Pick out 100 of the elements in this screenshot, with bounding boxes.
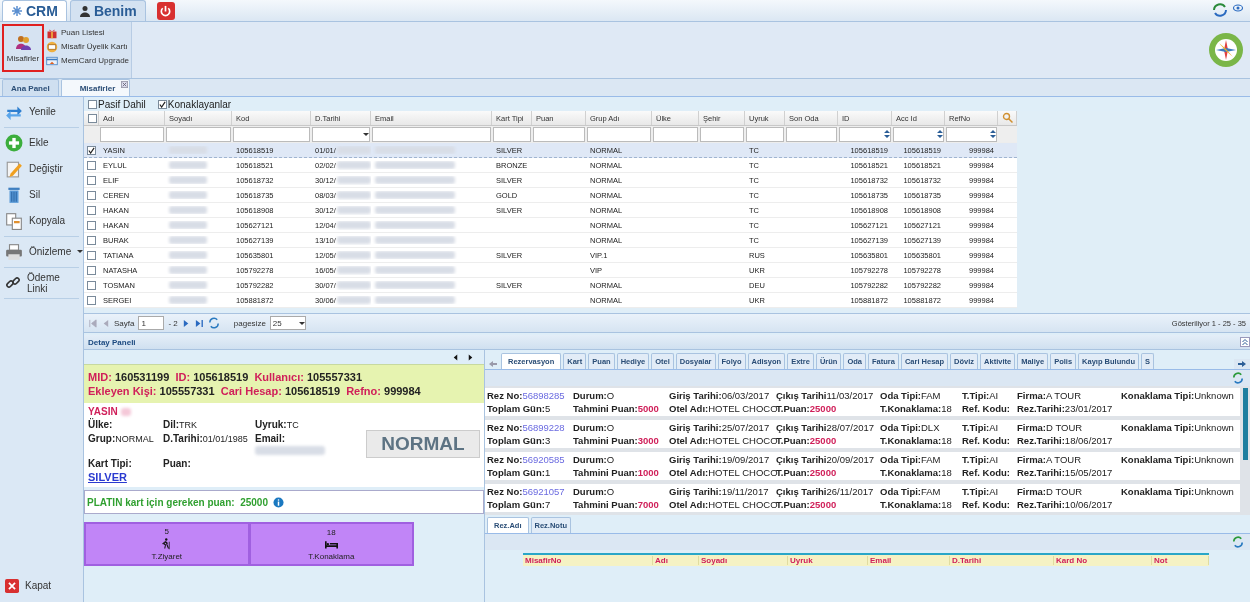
select-all-checkbox[interactable] [88, 113, 97, 123]
next-page-button[interactable] [181, 318, 191, 328]
filter-field[interactable] [946, 126, 997, 142]
reservation-field: Otel Adı:HOTEL CHOCO [669, 498, 776, 511]
ribbon-menu-item[interactable]: MemCard Upgrade [46, 54, 130, 67]
eye-icon [1232, 2, 1244, 14]
checkmark-icon [158, 100, 166, 108]
column-header[interactable]: MisafirNo [523, 556, 653, 565]
close-sidebar-item[interactable]: Kapat [0, 573, 83, 599]
reservation-field: T.Tipi:AI [962, 421, 1017, 434]
redacted-block [336, 281, 371, 289]
filter-field[interactable] [100, 126, 164, 142]
filter-field[interactable] [493, 126, 531, 142]
card-icon [46, 40, 58, 53]
reservation-field: Durum:O [573, 453, 669, 466]
sidebar-item[interactable]: Önizleme [0, 239, 83, 265]
row-checkbox[interactable] [87, 280, 96, 290]
filter-field[interactable] [312, 126, 370, 142]
reservation-field: Durum:O [573, 485, 669, 498]
reservation-field: Firma:D TOUR [1017, 485, 1121, 498]
reservation-field: Rez.Tarihi:18/06/2017 [1017, 434, 1121, 447]
redacted-block [336, 236, 371, 244]
row-checkbox[interactable] [87, 145, 96, 155]
ribbon-menu-item[interactable]: Puan Listesi [46, 26, 130, 39]
redacted-block [169, 281, 207, 289]
spinner-icon [884, 130, 890, 138]
printer-icon [5, 242, 23, 261]
card-type-link[interactable]: SILVER [88, 471, 163, 483]
sidebar-item[interactable]: Kopyala [0, 208, 83, 234]
id-field: MID: 160531199 [88, 371, 170, 383]
panel-title: Detay Paneli [88, 337, 136, 347]
column-header[interactable]: Kard No [1054, 556, 1152, 565]
app-tab[interactable]: Benim [69, 0, 146, 21]
sidebar-item[interactable]: Ekle [0, 130, 83, 156]
column-header[interactable]: Soyadı [699, 556, 788, 565]
refresh-button[interactable] [207, 317, 220, 329]
field-text: Dil:TRK [163, 419, 199, 430]
spinner-icon [990, 130, 996, 138]
filter-field[interactable] [533, 126, 585, 142]
row-checkbox[interactable] [87, 160, 96, 170]
row-checkbox[interactable] [87, 220, 96, 230]
first-page-icon [88, 318, 97, 328]
reservation-field: Toplam Gün:7 [487, 498, 573, 511]
filter-field[interactable] [587, 126, 651, 142]
filter-field[interactable] [839, 126, 891, 142]
previous-page-button[interactable] [101, 318, 110, 328]
filter-field[interactable] [786, 126, 837, 142]
column-header[interactable]: Email [868, 556, 950, 565]
filter-field[interactable] [700, 126, 744, 142]
power-button[interactable] [156, 2, 175, 20]
filter-field[interactable] [372, 126, 491, 142]
page-field[interactable]: 1 [138, 316, 165, 330]
row-checkbox[interactable] [87, 250, 96, 260]
app-tab[interactable]: CRM [2, 0, 67, 21]
redacted-block [255, 446, 325, 455]
row-checkbox[interactable] [87, 175, 96, 185]
filter-field[interactable] [893, 126, 944, 142]
filter-checkbox[interactable]: Konaklayanlar [157, 98, 232, 110]
document-tab[interactable]: Ana Panel [2, 79, 59, 96]
row-checkbox[interactable] [87, 190, 96, 200]
sidebar-item[interactable]: Sil [0, 182, 83, 208]
close-icon[interactable] [121, 81, 129, 88]
sidebar-item[interactable]: Ödeme Linki [0, 270, 83, 296]
filter-checkbox[interactable]: Pasif Dahil [88, 98, 146, 110]
redacted-block [336, 161, 371, 169]
column-header[interactable]: D.Tarihi [950, 556, 1054, 565]
redacted-block [169, 251, 207, 259]
row-checkbox[interactable] [87, 295, 96, 305]
guests-ribbon-button[interactable]: Misafirler [2, 24, 44, 72]
collapse-icon [1240, 337, 1250, 347]
field-label: Email: [255, 433, 286, 444]
reservation-field: Otel Adı:HOTEL CHOCO [669, 434, 776, 447]
last-page-button[interactable] [194, 318, 204, 328]
filter-field[interactable] [233, 126, 310, 142]
column-header[interactable]: Uyruk [788, 556, 868, 565]
stat-value: 5 [164, 527, 169, 536]
caret-icon [298, 321, 305, 325]
left-arrow-icon [452, 352, 459, 362]
document-tab[interactable]: Misafirler [60, 79, 131, 96]
sidebar-item[interactable]: Yenile [0, 99, 83, 125]
sidebar-item[interactable]: Değiştir [0, 156, 83, 182]
sync-icon [1212, 2, 1228, 18]
scrollbar[interactable] [1243, 388, 1248, 460]
row-checkbox[interactable] [87, 205, 96, 215]
reservation-field: Ref. Kodu: [962, 402, 1017, 415]
ribbon-menu-item[interactable]: Misafir Üyelik Kartı [46, 40, 130, 53]
row-checkbox[interactable] [87, 265, 96, 275]
row-checkbox[interactable] [87, 235, 96, 245]
reservation-field: Tahmini Puan:1000 [573, 466, 669, 479]
filter-field[interactable] [746, 126, 784, 142]
column-header[interactable]: Not [1152, 556, 1209, 565]
page-size-select[interactable]: 25 [269, 316, 306, 330]
reservation-field: Konaklama Tipi:Unknown [1121, 485, 1238, 498]
filter-field[interactable] [166, 126, 231, 142]
first-page-button[interactable] [88, 318, 97, 328]
reservation-field: T.Konaklama:18 [880, 466, 962, 479]
copy-icon [5, 211, 23, 230]
column-header[interactable]: Adı [653, 556, 699, 565]
reservation-field: T.Puan:25000 [776, 402, 880, 415]
filter-field[interactable] [653, 126, 698, 142]
